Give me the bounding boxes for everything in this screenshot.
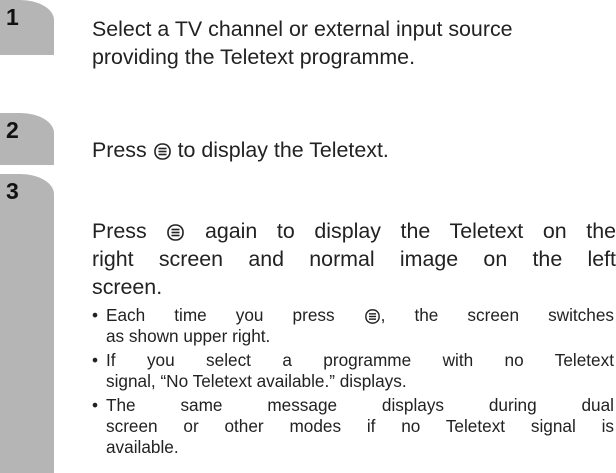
step-3-press-label: Press [92,219,147,243]
step-3-line-2: right screen and normal image on the lef… [92,247,616,271]
step-2-number: 2 [6,117,19,143]
note-item: • Each time you press , the screen switc… [92,305,614,347]
note-1-text-post: , the screen switches [380,305,614,325]
note-1-line-1: Each time you press , the screen switche… [106,305,614,326]
step-3-line-1-rest: again to display the Teletext on the [204,219,616,243]
step-2-tab: 2 [0,113,54,165]
step-3-line-3: screen. [92,275,163,299]
note-3-line-1: The same message displays during dual [106,395,614,415]
note-3-line-2: screen or other modes if no Teletext sig… [106,416,614,436]
note-1-line-2: as shown upper right. [106,326,271,346]
step-1-number: 1 [6,4,19,30]
step-3-number: 3 [6,178,19,204]
step-3-line-1: Press again to display the Teletext on t… [92,217,616,245]
step-1-line-2: providing the Teletext programme. [92,45,416,69]
teletext-button-icon [364,309,380,324]
step-1-line-1: Select a TV channel or external input so… [92,17,513,41]
teletext-button-icon [167,224,185,241]
note-1-text-pre: Each time you press [106,305,335,325]
step-2-press-label: Press [92,138,147,162]
step-1-text: Select a TV channel or external input so… [92,15,616,71]
step-1-tab: 1 [0,0,54,55]
note-3-line-3: available. [106,437,179,457]
teletext-button-icon [153,143,171,160]
step-2-action-label: to display the Teletext. [177,138,389,162]
note-item: • If you select a programme with no Tele… [92,350,614,392]
step-3-tab: 3 [0,174,54,473]
note-item: • The same message displays during dual … [92,395,614,458]
note-2-line-1: If you select a programme with no Telete… [106,350,614,370]
step-3-text: Press again to display the Teletext on t… [92,217,616,301]
bullet-dot: • [92,350,99,370]
bullet-dot: • [92,395,99,415]
step-3-notes: • Each time you press , the screen switc… [92,305,614,461]
step-2-text: Press to display the Teletext. [92,136,616,164]
bullet-dot: • [92,305,99,325]
note-2-line-2: signal, “No Teletext available.” display… [106,371,407,391]
